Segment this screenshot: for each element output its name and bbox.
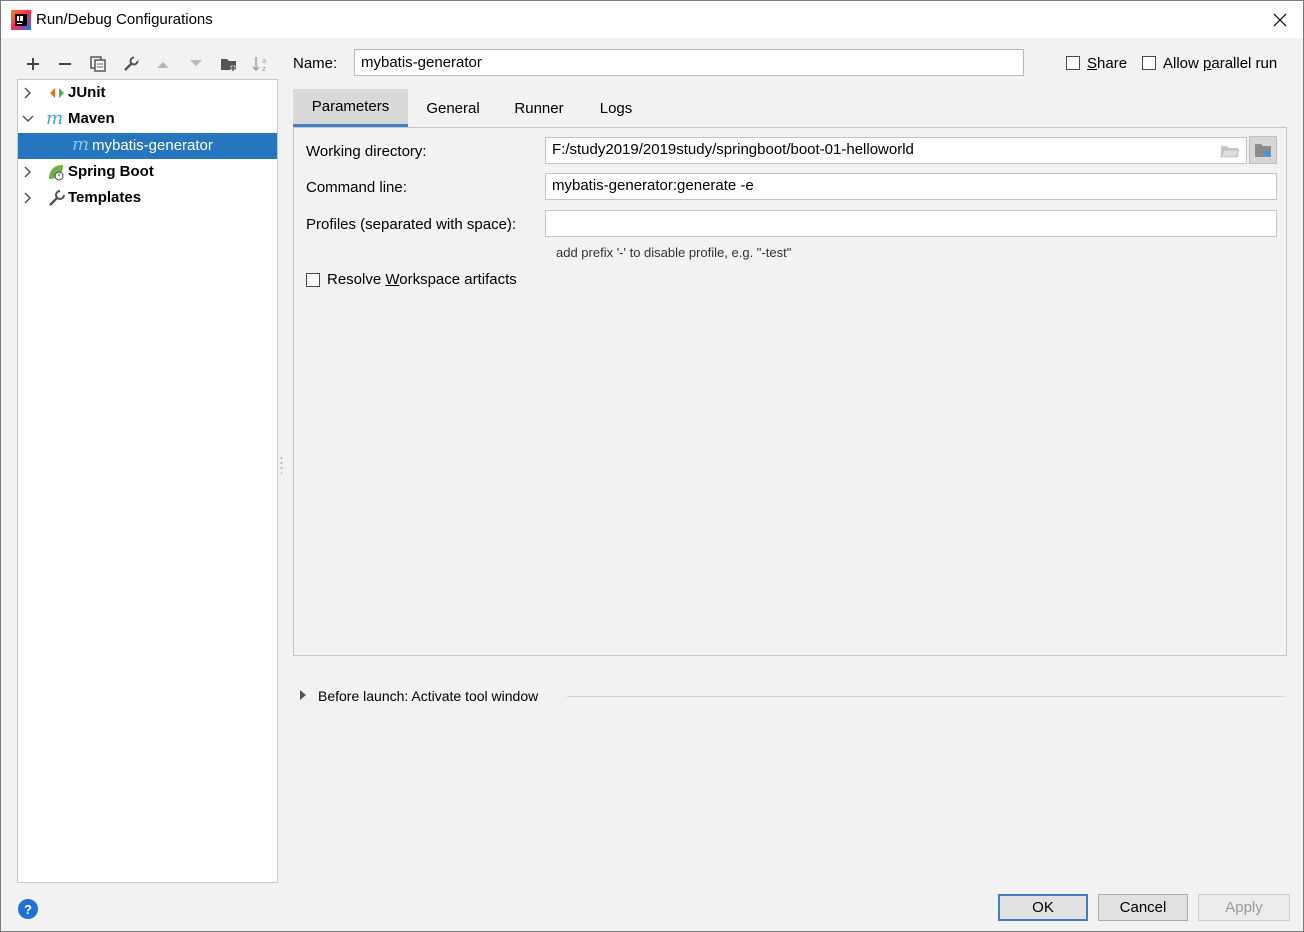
working-directory-input[interactable]: F:/study2019/2019study/springboot/boot-0… [545, 137, 1247, 164]
arrow-up-icon [157, 62, 169, 68]
tab-logs[interactable]: Logs [583, 89, 649, 127]
maven-config-icon: m [72, 134, 90, 155]
tree-node-label: Spring Boot [68, 163, 154, 180]
chevron-down-icon[interactable] [22, 112, 34, 126]
divider [567, 696, 1285, 697]
tree-node-label: JUnit [68, 84, 106, 101]
working-directory-label: Working directory: [306, 143, 427, 160]
tab-general[interactable]: General [411, 89, 495, 127]
folder-macro-icon [1255, 144, 1271, 157]
move-up-button[interactable] [151, 51, 175, 77]
tree-node-label: mybatis-generator [92, 137, 213, 154]
wrench-icon [124, 56, 139, 71]
allow-parallel-run-checkbox[interactable] [1142, 56, 1156, 70]
name-label: Name: [293, 55, 338, 72]
share-label-text: hare [1097, 55, 1128, 72]
spring-boot-icon [49, 165, 64, 181]
chevron-right-icon[interactable] [22, 165, 34, 179]
macros-button[interactable] [1249, 136, 1277, 164]
config-toolbar: az [17, 51, 277, 77]
tree-node-spring-boot[interactable]: Spring Boot [18, 159, 277, 185]
junit-icon [50, 88, 64, 98]
ok-button[interactable]: OK [998, 894, 1088, 921]
run-debug-dialog: Run/Debug Configurations az JUnit m Mave… [0, 0, 1304, 932]
sort-alpha-icon: az [252, 57, 266, 73]
before-launch-section[interactable]: Before launch: Activate tool window [297, 687, 1287, 707]
command-line-input[interactable]: mybatis-generator:generate -e [545, 173, 1277, 200]
intellij-app-icon [11, 10, 31, 30]
tree-node-mybatis-generator[interactable]: m mybatis-generator [18, 133, 277, 159]
tab-runner[interactable]: Runner [499, 89, 579, 127]
before-launch-label: Before launch: Activate tool window [318, 688, 539, 704]
resolve-label-text: orkspace artifacts [399, 271, 517, 288]
apply-button[interactable]: Apply [1198, 894, 1290, 921]
tree-node-maven[interactable]: m Maven [18, 106, 277, 132]
tree-node-label: Maven [68, 110, 115, 127]
allow-parallel-run-label[interactable]: Allow parallel run [1163, 55, 1277, 72]
tree-node-junit[interactable]: JUnit [18, 80, 277, 106]
resolve-workspace-checkbox[interactable] [306, 273, 320, 287]
copy-config-button[interactable] [86, 51, 110, 77]
chevron-right-icon[interactable] [22, 86, 34, 100]
expand-triangle-icon[interactable] [299, 689, 307, 701]
copy-icon [90, 56, 106, 72]
profiles-hint: add prefix '-' to disable profile, e.g. … [556, 245, 792, 260]
move-down-button[interactable] [184, 51, 208, 77]
svg-text:a: a [262, 57, 266, 65]
close-button[interactable] [1267, 7, 1293, 33]
share-label[interactable]: Share [1087, 55, 1127, 72]
cancel-button[interactable]: Cancel [1098, 894, 1188, 921]
configuration-tree[interactable]: JUnit m Maven m mybatis-generator Spring… [17, 79, 278, 883]
command-line-label: Command line: [306, 179, 407, 196]
plus-icon [27, 58, 39, 70]
edit-defaults-button[interactable] [119, 51, 143, 77]
add-config-button[interactable] [21, 51, 45, 77]
title-bar: Run/Debug Configurations [1, 1, 1303, 38]
share-mnemonic: S [1087, 55, 1098, 72]
folder-open-icon[interactable] [1220, 143, 1240, 159]
splitter-handle[interactable] [280, 456, 283, 474]
arrow-down-icon [190, 60, 202, 66]
parallel-label-prefix: Allow [1163, 55, 1204, 72]
tab-parameters[interactable]: Parameters [293, 89, 408, 127]
sort-button[interactable]: az [249, 51, 273, 77]
resolve-workspace-label[interactable]: Resolve Workspace artifacts [327, 271, 517, 288]
name-input[interactable]: mybatis-generator [354, 49, 1024, 76]
folder-plus-icon [221, 59, 236, 71]
minus-icon [59, 63, 71, 65]
resolve-mnemonic: W [385, 271, 400, 288]
working-directory-value: F:/study2019/2019study/springboot/boot-0… [552, 141, 914, 158]
resolve-label-prefix: Resolve [327, 271, 386, 288]
wrench-icon [49, 189, 65, 206]
chevron-right-icon[interactable] [22, 191, 34, 205]
help-button[interactable]: ? [18, 899, 38, 919]
maven-icon: m [46, 108, 64, 129]
tree-node-templates[interactable]: Templates [18, 185, 277, 211]
remove-config-button[interactable] [53, 51, 77, 77]
profiles-input[interactable] [545, 210, 1277, 237]
close-icon [1273, 13, 1287, 27]
window-title: Run/Debug Configurations [36, 11, 213, 28]
parameters-panel: Working directory: F:/study2019/2019stud… [293, 127, 1287, 656]
share-checkbox[interactable] [1066, 56, 1080, 70]
svg-text:z: z [262, 65, 266, 73]
parallel-label-text: arallel run [1211, 55, 1278, 72]
tree-node-label: Templates [68, 189, 142, 206]
new-folder-button[interactable] [217, 51, 241, 77]
profiles-label: Profiles (separated with space): [306, 216, 517, 233]
